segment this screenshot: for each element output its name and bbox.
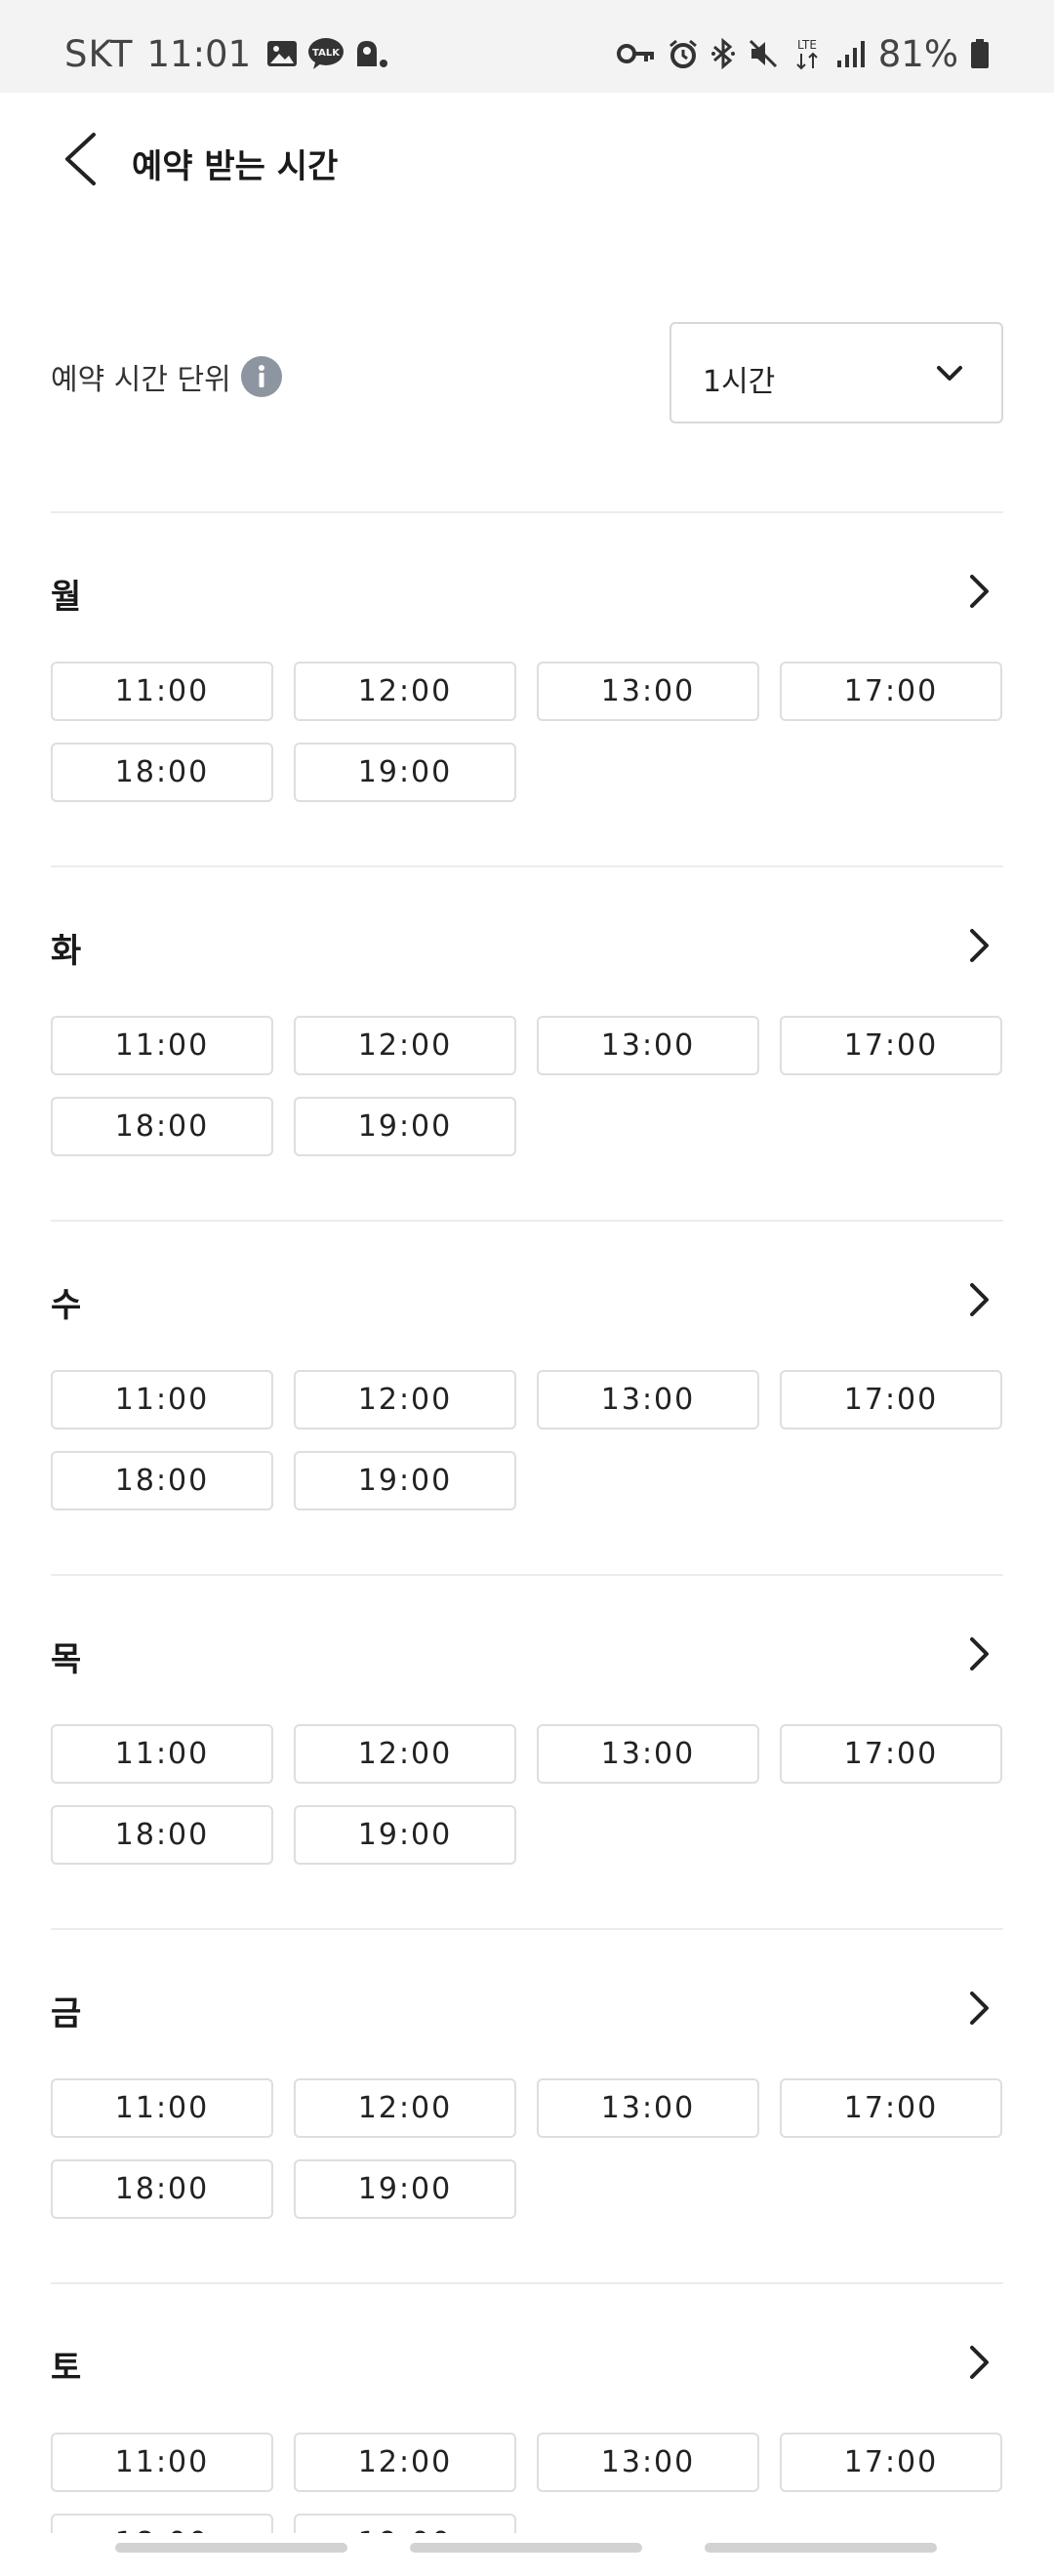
time-slot-chip[interactable]: 13:00 [537,2433,759,2492]
reservation-unit-label: 예약 시간 단위 [51,363,231,397]
divider [51,1574,1003,1576]
chevron-down-icon [935,359,964,392]
chevron-right-icon[interactable] [960,572,999,611]
day-section: 목 11:00 12:00 13:00 17:00 18:00 19:00 [51,1574,1003,1928]
chevron-right-icon[interactable] [960,926,999,965]
day-section: 금 11:00 12:00 13:00 17:00 18:00 19:00 [51,1928,1003,2282]
day-header[interactable]: 수 [51,1265,1003,1335]
time-slot-chip[interactable]: 19:00 [294,2159,516,2219]
image-icon [266,40,298,67]
time-slot-chip[interactable]: 11:00 [51,1370,273,1429]
key-icon [616,42,656,65]
reservation-unit-selected: 1시간 [703,365,776,399]
day-label: 화 [51,932,82,971]
clock: 11:01 [146,32,252,75]
time-slot-chip[interactable]: 13:00 [537,1370,759,1429]
time-slot-chip[interactable]: 12:00 [294,662,516,721]
day-section: 토11:0012:0013:0017:0018:0019:00 [51,2282,1003,2576]
reservation-unit-row: 예약 시간 단위 1시간 [51,322,1003,425]
day-section: 화 11:00 12:00 13:00 17:00 18:00 19:00 [51,865,1003,1220]
time-slot-chip[interactable]: 11:00 [51,1724,273,1784]
day-section: 수 11:00 12:00 13:00 17:00 18:00 19:00 [51,1220,1003,1574]
time-slot-chip[interactable]: 19:00 [294,1097,516,1156]
time-slot-chip[interactable]: 19:00 [294,1805,516,1865]
notification-icons: TALK [266,37,388,70]
time-slot-chip[interactable]: 12:00 [294,1370,516,1429]
kakaotalk-icon: TALK [307,37,345,70]
day-section: 월 11:00 12:00 13:00 17:00 18:00 19:00 [51,511,1003,865]
time-slot-chip[interactable]: 12:00 [294,2078,516,2138]
day-label: 토 [51,2349,82,2388]
time-slot-chip[interactable]: 11:00 [51,2433,273,2492]
lte-icon: LTE [790,36,824,71]
bluetooth-icon [710,38,736,69]
time-slot-chip[interactable]: 12:00 [294,1016,516,1075]
time-slot-chip[interactable]: 12:00 [294,1724,516,1784]
day-header[interactable]: 화 [51,910,1003,981]
chevron-right-icon[interactable] [960,1634,999,1673]
day-header[interactable]: 월 [51,556,1003,626]
carrier-label: SKT [64,32,134,75]
time-slot-chip[interactable]: 13:00 [537,2078,759,2138]
day-label: 수 [51,1286,82,1325]
time-slot-chip[interactable]: 11:00 [51,2078,273,2138]
day-label: 월 [51,578,82,617]
day-header[interactable]: 토 [51,2327,1003,2397]
time-slot-chip[interactable]: 17:00 [780,1724,1002,1784]
divider [51,1220,1003,1222]
battery-percentage: 81% [877,32,958,75]
time-slot-chip[interactable]: 17:00 [780,2433,1002,2492]
page-title: 예약 받는 시간 [132,147,339,186]
status-bar-right: LTE 81% [616,29,990,78]
time-slot-chip[interactable]: 17:00 [780,662,1002,721]
time-slot-chip[interactable]: 17:00 [780,1016,1002,1075]
time-slot-chip[interactable]: 11:00 [51,1016,273,1075]
signal-icon [835,39,867,68]
nav-back-indicator[interactable] [705,2543,937,2553]
navigation-bar [0,2533,1054,2576]
time-slot-chip[interactable]: 19:00 [294,743,516,802]
status-bar: SKT 11:01 TALK LTE 81% [0,0,1054,93]
divider [51,511,1003,513]
time-slot-chip[interactable]: 13:00 [537,1724,759,1784]
time-slot-chip[interactable]: 18:00 [51,1451,273,1510]
svg-text:TALK: TALK [312,48,341,59]
chevron-right-icon[interactable] [960,1989,999,2028]
svg-text:LTE: LTE [797,38,817,52]
divider [51,2282,1003,2284]
chevron-right-icon[interactable] [960,1280,999,1319]
alarm-icon [668,38,699,69]
day-label: 금 [51,1994,82,2033]
notification-app-icon [354,39,388,68]
back-arrow-icon [65,133,96,185]
chevron-right-icon[interactable] [960,2343,999,2382]
time-slot-chip[interactable]: 18:00 [51,1097,273,1156]
day-header[interactable]: 목 [51,1619,1003,1689]
nav-recent-apps-indicator[interactable] [115,2543,347,2553]
status-bar-left: SKT 11:01 TALK [64,29,388,78]
time-slot-chip[interactable]: 13:00 [537,1016,759,1075]
battery-icon [970,38,990,69]
time-slot-chip[interactable]: 17:00 [780,2078,1002,2138]
time-slot-chip[interactable]: 13:00 [537,662,759,721]
info-icon[interactable] [240,356,282,397]
app-header: 예약 받는 시간 [0,93,1054,229]
time-slot-chip[interactable]: 18:00 [51,743,273,802]
day-header[interactable]: 금 [51,1973,1003,2043]
time-slot-chip[interactable]: 12:00 [294,2433,516,2492]
time-slot-chip[interactable]: 18:00 [51,2159,273,2219]
divider [51,865,1003,867]
time-slot-chip[interactable]: 19:00 [294,1451,516,1510]
time-slot-chip[interactable]: 18:00 [51,1805,273,1865]
time-slot-chip[interactable]: 17:00 [780,1370,1002,1429]
day-label: 목 [51,1640,82,1679]
nav-home-indicator[interactable] [410,2543,642,2553]
reservation-unit-dropdown[interactable]: 1시간 [669,322,1003,423]
mute-icon [748,38,779,69]
divider [51,1928,1003,1930]
reservation-unit-label-group: 예약 시간 단위 [51,355,282,398]
back-button[interactable] [51,128,109,190]
time-slot-chip[interactable]: 11:00 [51,662,273,721]
